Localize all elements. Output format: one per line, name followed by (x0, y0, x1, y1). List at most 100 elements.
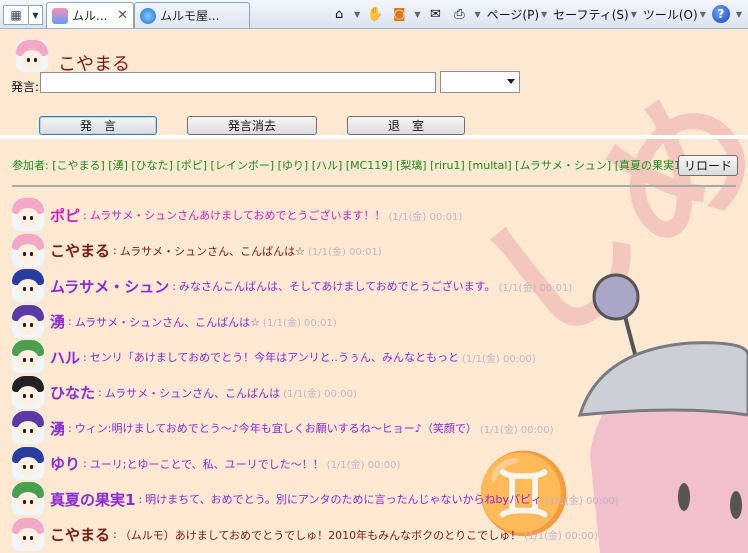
chat-message: 湧: ウィン:明けましておめでとう～♪今年も宜しくお願いするね～ヒョー♪（笑顔で）… (12, 411, 554, 445)
home-icon[interactable]: ⌂ (330, 5, 348, 23)
chevron-down-icon: ▼ (630, 9, 637, 19)
avatar-eye (30, 464, 33, 469)
leave-room-button[interactable]: 退 室 (347, 116, 465, 135)
print-dropdown-icon[interactable]: ▼ (474, 10, 480, 19)
message-timestamp: (1/1(金) 00:01) (498, 282, 573, 294)
safety-menu-label: セーフティ(S) (553, 7, 629, 22)
chat-message: ポピ: ムラサメ・シュンさんあけましておめでとうございます！！ (1/1(金) 00… (12, 198, 462, 232)
message-timestamp: (1/1(金) 00:01) (263, 318, 337, 329)
message-text: みなさんこんばんは、そしてあけましておめでとうございます。 (178, 280, 496, 293)
message-timestamp: (1/1(金) 00:00) (524, 531, 598, 542)
message-timestamp: (1/1(金) 00:00) (479, 424, 554, 436)
message-author: ポピ (50, 206, 81, 225)
avatar-eye (23, 287, 26, 291)
message-author: こやまる (50, 242, 111, 260)
browser-tab-label: ムル... (72, 9, 108, 23)
chat-message: ムラサメ・シュン: みなさんこんばんは、そしてあけましておめでとうございます。 (1… (12, 269, 572, 303)
message-text: 明けまちて、おめでとう。別にアンタのために言ったんじゃないからねbyパピィ (145, 493, 543, 506)
message-separator: : (138, 492, 143, 506)
avatar-eye (23, 322, 26, 327)
avatar-face (17, 385, 39, 406)
avatar-eye (23, 500, 26, 504)
avatar-eye (30, 429, 33, 433)
chevron-down-icon: ▼ (699, 9, 706, 19)
avatar-eye (23, 393, 26, 398)
message-text: センリ「あけましておめでとう！今年はアンリと‥うぅん、みんなともっと (89, 351, 459, 364)
browser-tab-active[interactable]: ムル... ✕ (46, 2, 134, 28)
message-separator: : (172, 279, 176, 293)
chat-message: 湧: ムラサメ・シュンさん、こんばんは☆ (1/1(金) 00:01) (12, 304, 337, 339)
message-text: ウィン:明けましておめでとう～♪今年も宜しくお願いするね～ヒョー♪（笑顔で） (74, 422, 477, 435)
avatar-face (17, 421, 39, 441)
browser-tab-inactive[interactable]: ムルモ屋... (134, 2, 250, 28)
message-separator: : (98, 386, 102, 399)
page-menu[interactable]: ページ(P) ▼ (487, 6, 548, 23)
message-author: ハル (50, 348, 81, 367)
reload-button[interactable]: リロード (678, 155, 738, 176)
message-timestamp: (1/1(金) 00:00) (326, 460, 401, 471)
avatar-face (17, 492, 39, 512)
avatar-face (17, 208, 39, 228)
message-separator: : (113, 244, 117, 257)
avatar-eye (23, 358, 26, 362)
feeds-icon[interactable]: ◙ (390, 5, 408, 23)
avatar-eye (23, 216, 26, 220)
quick-tabs-icon[interactable]: ▦ (3, 5, 29, 25)
chat-message: ひなた: ムラサメ・シュンさん、こんばんは (1/1(金) 00:00) (12, 375, 357, 410)
participants-list: 参加者: [こやまる] [湧] [ひなた] [ポピ] [レインボー] [ゆり] … (12, 157, 685, 173)
help-icon[interactable]: ? (711, 5, 730, 23)
avatar-face (21, 50, 43, 70)
browser-toolbar: ▦ ▼ ムル... ✕ ムルモ屋... ⌂ ▼ ✋ ◙ ▼ ✉ ⎙ ▼ ページ(P) ▼… (0, 0, 748, 29)
avatar-face (17, 279, 39, 299)
message-author: こやまる (50, 526, 111, 544)
avatar-face (17, 350, 39, 370)
message-separator: : (68, 315, 72, 328)
site-favicon-icon (52, 7, 68, 24)
chat-message: こやまる: ムラサメ・シュンさん、こんばんは☆ (1/1(金) 00:01) (12, 233, 382, 268)
tab-list-chevron-down-icon[interactable]: ▼ (29, 5, 43, 25)
avatar-face (17, 527, 39, 548)
message-timestamp: (1/1(金) 00:00) (545, 495, 619, 507)
message-separator: : (113, 528, 117, 541)
message-author: ムラサメ・シュン (50, 277, 170, 296)
avatar-eye (30, 358, 33, 362)
speak-button[interactable]: 発 言 (39, 116, 157, 135)
close-tab-icon[interactable]: ✕ (117, 8, 128, 23)
message-timestamp: (1/1(金) 00:00) (283, 389, 357, 400)
clear-message-button[interactable]: 発言消去 (187, 116, 317, 135)
avatar-eye (27, 58, 30, 62)
chat-message: ゆり: ユーリ;とゆーことで、私、ユーリでした～！！ (1/1(金) 00:00) (12, 446, 401, 481)
avatar-eye (30, 287, 33, 291)
chat-message: こやまる: （ムルモ）あけましておめでとうでしゅ！2010年もみんなボクのとりこで… (12, 517, 598, 552)
mail-icon[interactable]: ✉ (426, 5, 444, 23)
home-dropdown-icon[interactable]: ▼ (354, 10, 360, 19)
avatar (12, 375, 44, 409)
user-avatar (16, 40, 48, 72)
avatar-eye (34, 58, 37, 62)
avatar (12, 517, 44, 551)
message-text: ムラサメ・シュンさん、こんばんは (104, 386, 281, 400)
message-text: ムラサメ・シュンさん、こんばんは☆ (119, 244, 306, 258)
avatar (12, 411, 44, 444)
avatar (12, 198, 44, 231)
tools-menu-label: ツール(O) (642, 7, 698, 22)
avatar-eye (30, 251, 33, 256)
feeds-dropdown-icon[interactable]: ▼ (414, 10, 420, 19)
header-band (0, 135, 748, 139)
avatar (12, 269, 44, 302)
browser-tab-label: ムルモ屋... (160, 9, 220, 23)
message-text: ユーリ;とゆーことで、私、ユーリでした～！！ (89, 457, 324, 471)
avatar-eye (23, 535, 26, 540)
message-timestamp: (1/1(金) 00:01) (388, 211, 463, 223)
color-select[interactable] (440, 71, 520, 93)
print-icon[interactable]: ⎙ (450, 5, 468, 23)
avatar-face (17, 243, 39, 264)
tools-menu[interactable]: ツール(O) ▼ (643, 6, 706, 23)
help-dropdown-icon[interactable]: ▼ (736, 10, 742, 19)
message-input[interactable] (40, 72, 436, 93)
safety-menu[interactable]: セーフティ(S) ▼ (553, 6, 637, 23)
message-separator: : (83, 457, 87, 470)
avatar (12, 482, 44, 515)
avatar (12, 233, 44, 267)
hand-icon[interactable]: ✋ (366, 5, 384, 23)
